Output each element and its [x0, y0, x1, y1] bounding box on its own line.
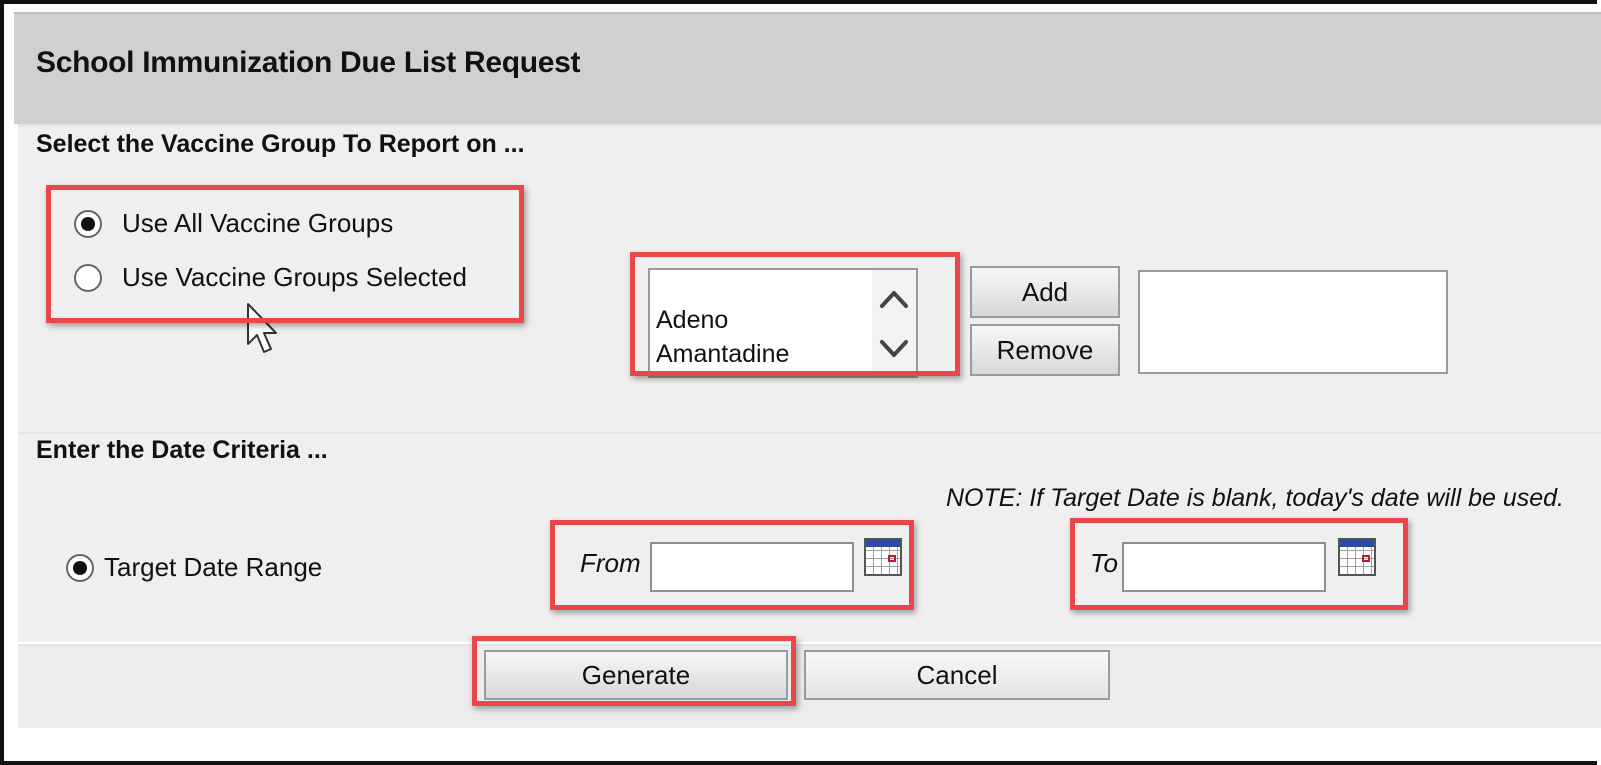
highlight-generate-button: [472, 636, 796, 706]
highlight-to-date: [1070, 518, 1408, 610]
add-button[interactable]: Add: [970, 266, 1120, 318]
remove-button[interactable]: Remove: [970, 324, 1120, 376]
radio-button[interactable]: [66, 553, 94, 582]
page-title: School Immunization Due List Request: [36, 46, 581, 79]
action-bar: Generate Cancel: [18, 644, 1601, 728]
highlight-vaccine-list: [630, 252, 960, 376]
report-window: School Immunization Due List Request Sel…: [0, 0, 1601, 765]
radio-target-date-range[interactable]: Target Date Range: [66, 552, 322, 583]
highlight-from-date: [550, 520, 914, 610]
title-bar: School Immunization Due List Request: [14, 12, 1601, 124]
selected-vaccine-groups-listbox[interactable]: [1138, 270, 1448, 374]
target-date-note: NOTE: If Target Date is blank, today's d…: [945, 484, 1564, 512]
date-section-heading: Enter the Date Criteria ...: [36, 436, 328, 464]
highlight-vaccine-options: [46, 185, 524, 323]
radio-label: Target Date Range: [104, 552, 323, 582]
cancel-button[interactable]: Cancel: [804, 650, 1110, 700]
vaccine-section-heading: Select the Vaccine Group To Report on ..…: [36, 130, 525, 158]
